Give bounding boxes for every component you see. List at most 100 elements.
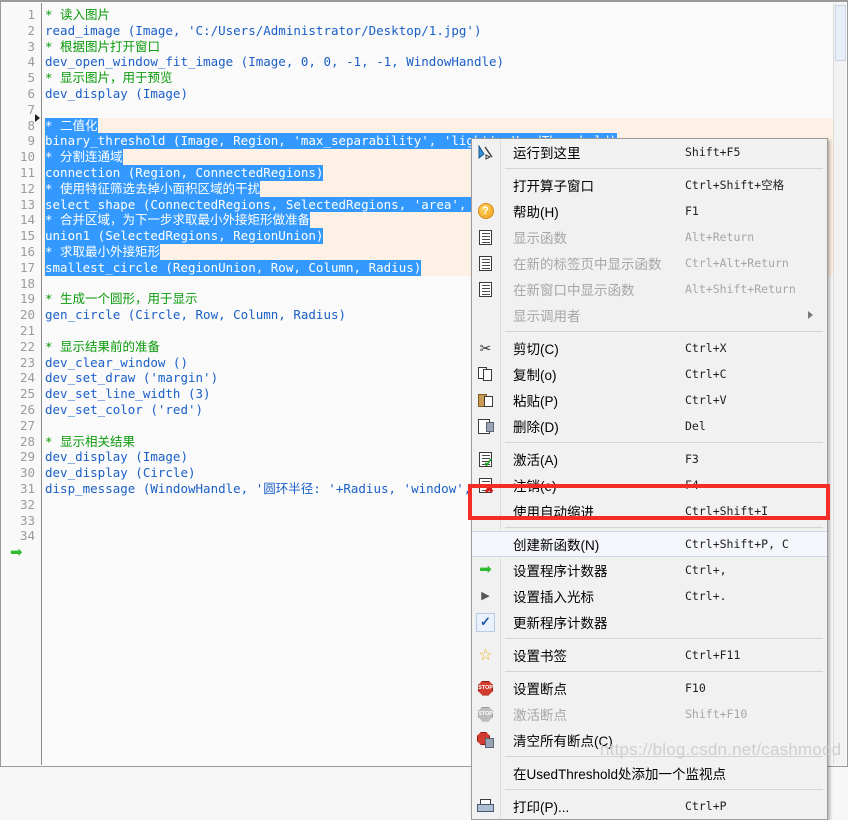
- code-line[interactable]: [43, 102, 846, 118]
- editor-context-menu[interactable]: 运行到这里 Shift+F5 打开算子窗口 Ctrl+Shift+空格? 帮助(H) F1…: [471, 138, 828, 820]
- menu-item-label: 删除(D): [513, 420, 559, 435]
- menu-item[interactable]: ✂ 剪切(C) Ctrl+X: [472, 335, 827, 361]
- menu-item[interactable]: 复制(o) Ctrl+C: [472, 361, 827, 387]
- document-icon: [475, 227, 496, 247]
- menu-item-label: 在UsedThreshold处添加一个监视点: [513, 767, 727, 782]
- menu-item[interactable]: ☆ 设置书签 Ctrl+F11: [472, 642, 827, 668]
- code-line-text: * 求取最小外接矩形: [45, 244, 161, 260]
- code-line[interactable]: read_image (Image, 'C:/Users/Administrat…: [43, 23, 846, 39]
- code-line-text: dev_set_line_width (3): [45, 386, 211, 402]
- menu-item-label: 剪切(C): [513, 342, 559, 357]
- code-line-text: * 显示图片，用于预览: [45, 70, 173, 86]
- menu-item-shortcut: Ctrl+Shift+空格: [685, 178, 785, 192]
- code-line[interactable]: * 读入图片: [43, 7, 846, 23]
- line-number: 27: [19, 417, 35, 433]
- menu-item[interactable]: 使用自动缩进 Ctrl+Shift+I: [472, 498, 827, 524]
- code-line[interactable]: * 根据图片打开窗口: [43, 39, 846, 55]
- code-line-text: * 分割连通域: [45, 149, 123, 166]
- line-number: 11: [19, 165, 35, 180]
- menu-separator: [472, 524, 827, 531]
- menu-item[interactable]: 删除(D) Del: [472, 413, 827, 439]
- menu-item-shortcut: Ctrl+F11: [685, 648, 741, 662]
- menu-item[interactable]: ✓ 激活(A) F3: [472, 446, 827, 472]
- menu-item[interactable]: 在UsedThreshold处添加一个监视点: [472, 760, 827, 786]
- checkbox-checked-icon: ✓: [475, 612, 496, 632]
- menu-item[interactable]: 运行到这里 Shift+F5: [472, 139, 827, 165]
- line-number: 33: [19, 512, 35, 528]
- code-line[interactable]: dev_display (Image): [43, 86, 846, 102]
- menu-item[interactable]: STOP 设置断点 F10: [472, 675, 827, 701]
- line-number: 29: [19, 449, 35, 465]
- context-menu-items[interactable]: 运行到这里 Shift+F5 打开算子窗口 Ctrl+Shift+空格? 帮助(H) F1…: [472, 139, 827, 819]
- line-number: 15: [19, 228, 35, 244]
- code-line-text: disp_message (WindowHandle, '圆环半径: '+Rad…: [45, 481, 502, 496]
- code-line[interactable]: dev_open_window_fit_image (Image, 0, 0, …: [43, 54, 846, 70]
- menu-item-label: 在新的标签页中显示函数: [513, 257, 662, 272]
- menu-item-label: 更新程序计数器: [513, 616, 608, 631]
- menu-item: 显示函数 Alt+Return: [472, 224, 827, 250]
- menu-item-label: 设置断点: [513, 682, 567, 697]
- menu-item-label: 粘贴(P): [513, 394, 558, 409]
- menu-item-shortcut: Ctrl+P: [685, 799, 727, 813]
- menu-item[interactable]: 粘贴(P) Ctrl+V: [472, 387, 827, 413]
- menu-item-shortcut: Ctrl+Alt+Return: [685, 256, 789, 270]
- code-line-text: * 使用特征筛选去掉小面积区域的干扰: [45, 180, 261, 197]
- code-line-text: * 生成一个圆形，用于显示: [45, 291, 198, 307]
- menu-separator: [472, 439, 827, 446]
- menu-item-label: 注销(e): [513, 479, 557, 494]
- document-icon: [475, 253, 496, 273]
- deactivate-icon: ✖: [475, 475, 496, 495]
- menu-item-shortcut: Ctrl+C: [685, 367, 727, 381]
- menu-item-shortcut: Ctrl+X: [685, 341, 727, 355]
- menu-item-shortcut: Shift+F5: [685, 145, 741, 159]
- menu-item[interactable]: ✖ 注销(e) F4: [472, 472, 827, 498]
- vertical-scrollbar[interactable]: [833, 3, 846, 765]
- menu-item[interactable]: ▶ 设置插入光标 Ctrl+.: [472, 583, 827, 609]
- code-line-text: * 显示相关结果: [45, 433, 136, 449]
- code-line-text: * 合并区域，为下一步求取最小外接矩形做准备: [45, 212, 311, 229]
- menu-item: 在新窗口中显示函数 Alt+Shift+Return: [472, 276, 827, 302]
- menu-item[interactable]: 打印(P)... Ctrl+P: [472, 793, 827, 819]
- menu-item-label: 显示调用者: [513, 309, 581, 324]
- menu-item-label: 设置插入光标: [513, 590, 594, 605]
- vertical-scrollbar-thumb[interactable]: [835, 5, 846, 61]
- line-number: 13: [19, 196, 35, 212]
- stop-icon: STOP: [475, 678, 496, 698]
- print-icon: [475, 796, 496, 816]
- code-line-text: gen_circle (Circle, Row, Column, Radius): [45, 307, 347, 323]
- line-number: 28: [19, 433, 35, 449]
- code-line[interactable]: * 显示图片，用于预览: [43, 70, 846, 86]
- line-number: 7: [27, 101, 35, 117]
- menu-item[interactable]: ✓ 更新程序计数器: [472, 609, 827, 635]
- menu-item-label: 复制(o): [513, 368, 557, 383]
- line-number: 30: [19, 465, 35, 481]
- menu-item-shortcut: F1: [685, 204, 699, 218]
- activate-icon: ✓: [475, 449, 496, 469]
- submenu-chevron-right-icon: [808, 311, 813, 319]
- code-line-text: read_image (Image, 'C:/Users/Administrat…: [45, 22, 482, 38]
- help-icon: ?: [475, 201, 496, 221]
- code-line[interactable]: * 二值化: [43, 117, 846, 134]
- stop-gray-icon: STOP: [475, 704, 496, 724]
- line-number: 10: [19, 149, 35, 165]
- code-line-text: dev_display (Image): [45, 449, 188, 465]
- line-number: 14: [19, 212, 35, 228]
- menu-item[interactable]: ➡ 设置程序计数器 Ctrl+,: [472, 557, 827, 583]
- menu-item-label: 在新窗口中显示函数: [513, 283, 635, 298]
- line-number: 4: [27, 54, 35, 70]
- code-line-text: * 显示结果前的准备: [45, 338, 161, 354]
- menu-item[interactable]: 创建新函数(N) Ctrl+Shift+P, C: [472, 531, 827, 557]
- cut-icon: ✂: [479, 340, 492, 356]
- green-arrow-icon: ➡: [479, 561, 492, 578]
- line-number: 8: [27, 117, 35, 133]
- menu-item[interactable]: ? 帮助(H) F1: [472, 198, 827, 224]
- code-line-text: * 根据图片打开窗口: [45, 38, 161, 54]
- menu-item-label: 设置程序计数器: [513, 564, 608, 579]
- code-line-text: dev_set_color ('red'): [45, 402, 204, 417]
- menu-item[interactable]: 打开算子窗口 Ctrl+Shift+空格: [472, 172, 827, 198]
- menu-item-label: 显示函数: [513, 231, 567, 246]
- watermark-text: https://blog.csdn.net/cashmood: [600, 740, 842, 759]
- code-line-text: * 二值化: [45, 117, 98, 134]
- line-number: 6: [27, 86, 35, 101]
- line-number: 20: [19, 307, 35, 323]
